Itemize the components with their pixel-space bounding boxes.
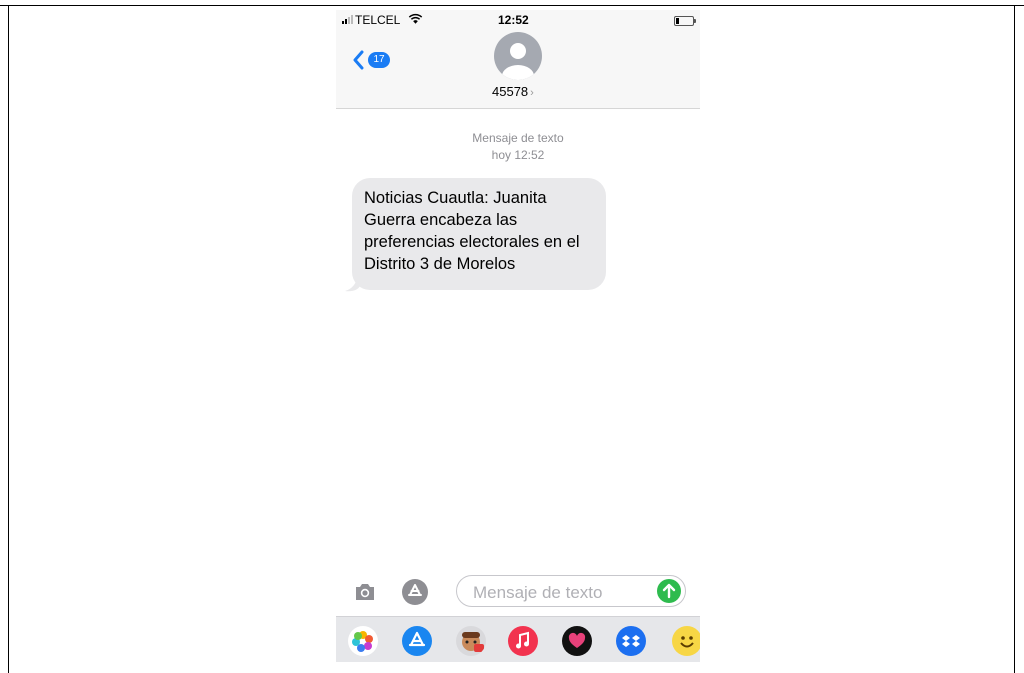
battery-icon [674,16,696,26]
heart-app-icon[interactable] [562,626,592,656]
carrier-name: TELCEL [355,13,401,27]
message-timestamp: hoy 12:52 [491,148,545,162]
app-store-icon [408,584,422,596]
chevron-left-icon [353,50,364,70]
document-frame-left [8,5,9,673]
music-icon[interactable] [508,626,538,656]
message-text-field[interactable] [471,581,655,605]
app-store-icon[interactable] [402,626,432,656]
message-text: Noticias Cuautla: Juanita Guerra encabez… [364,189,580,273]
dropbox-icon[interactable] [616,626,646,656]
arrow-up-icon [662,583,676,599]
person-icon [502,43,534,80]
contact-name[interactable]: 45578 › [492,84,534,99]
unread-count-badge: 17 [368,52,390,68]
camera-icon[interactable] [354,582,376,602]
message-bubble[interactable]: Noticias Cuautla: Juanita Guerra encabez… [352,178,606,290]
status-bar: TELCEL 12:52 [336,10,700,30]
message-composer [336,572,700,612]
conversation-header: TELCEL 12:52 17 45578 › [336,10,700,109]
message-input[interactable] [456,575,686,607]
contact-avatar[interactable] [494,32,542,80]
photos-icon[interactable] [348,626,378,656]
back-button[interactable]: 17 [352,48,396,72]
document-frame-top [0,5,1024,6]
wifi-icon [408,13,423,24]
message-type-label: Mensaje de texto [472,131,564,145]
phone-screenshot: TELCEL 12:52 17 45578 › Mensaje de texto… [336,10,700,662]
memoji-icon[interactable] [456,626,486,656]
document-frame-right [1014,5,1015,673]
chevron-right-icon: › [530,87,534,99]
message-meta: Mensaje de texto hoy 12:52 [336,130,700,164]
emoji-icon[interactable] [672,626,700,656]
status-time: 12:52 [498,13,529,27]
contact-number: 45578 [492,84,529,99]
app-drawer [336,616,700,662]
app-store-button[interactable] [402,579,428,605]
send-button[interactable] [657,579,681,603]
signal-icon [342,15,353,24]
